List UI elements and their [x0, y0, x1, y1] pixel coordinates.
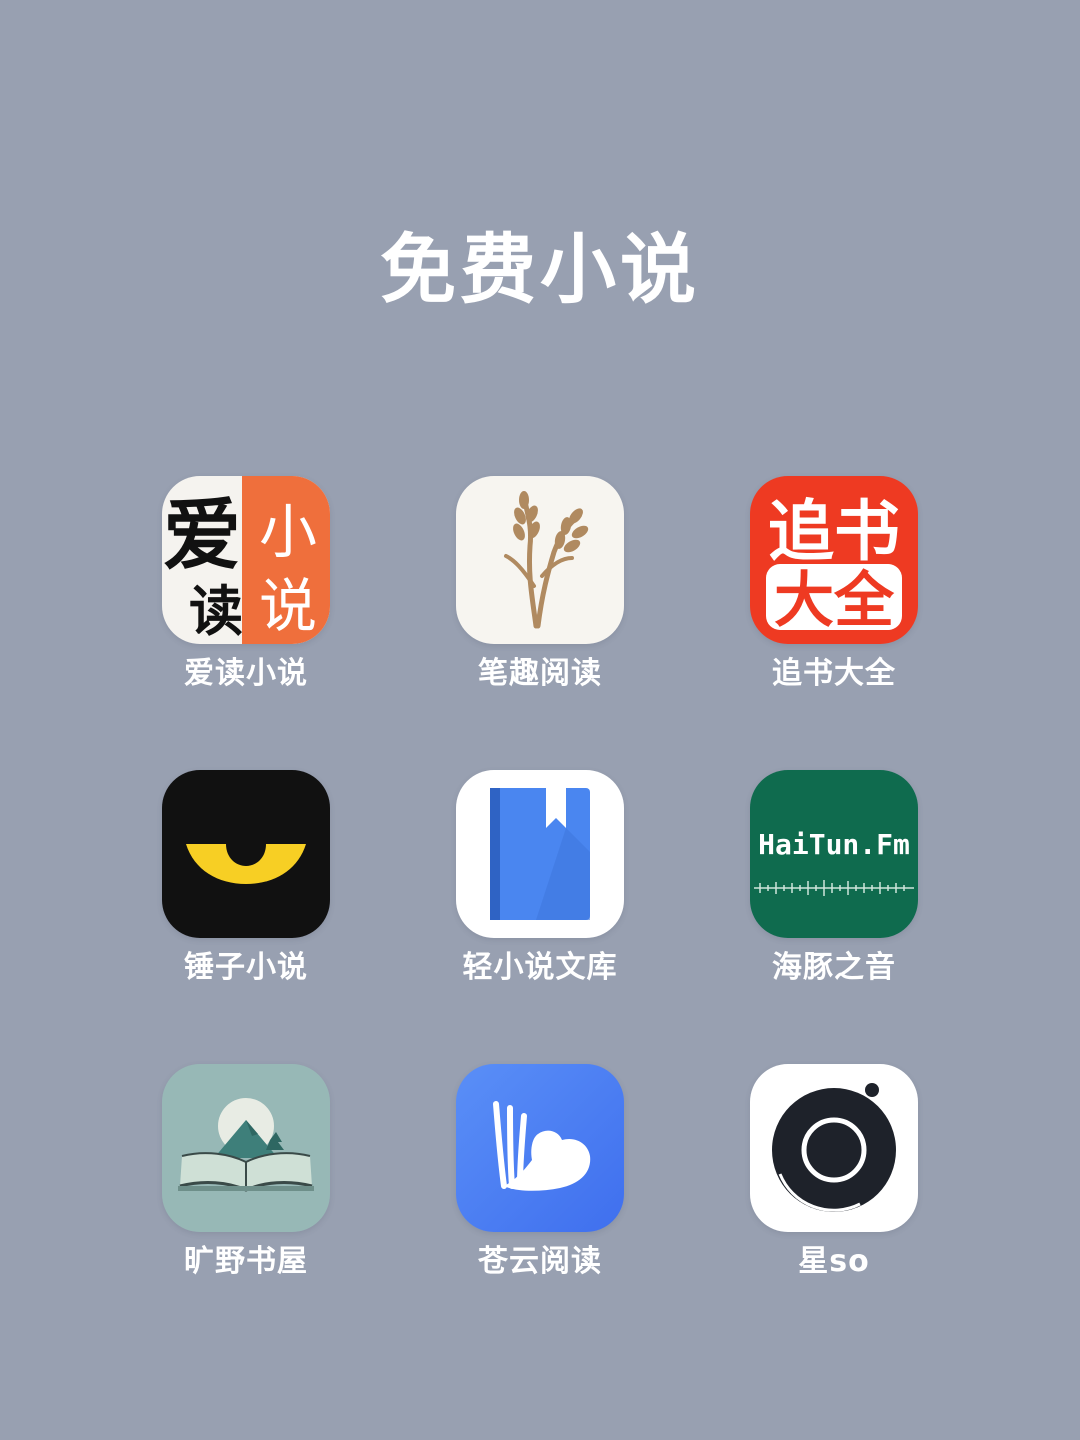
zhuishu-bottom-text: 大全 [774, 567, 895, 634]
app-label: 星so [798, 1244, 870, 1279]
cloud-book-icon[interactable] [456, 1064, 624, 1232]
zhuishu-top-text: 追书 [768, 494, 900, 568]
app-label: 锤子小说 [184, 950, 308, 985]
app-label: 爱读小说 [184, 656, 308, 691]
app-label: 笔趣阅读 [478, 656, 602, 691]
app-label: 旷野书屋 [184, 1244, 308, 1279]
app-xing-so[interactable]: 星so [698, 1064, 938, 1304]
camera-lens-icon[interactable] [750, 1064, 918, 1232]
app-zhuishu-daquan[interactable]: 追书 大全 追书大全 [698, 476, 938, 716]
bookmark-book-icon[interactable] [456, 770, 624, 938]
app-haitun-zhiyin[interactable]: HaiTun.Fm 海豚之音 [698, 770, 938, 1010]
app-label: 轻小说文库 [462, 950, 618, 985]
app-grid: 爱 读 小 说 爱读小说 笔趣阅读 追书 大全 追书大全 锤子小说 轻小说文库 … [0, 0, 1080, 1440]
app-aidu-xiaoshuo[interactable]: 爱 读 小 说 爱读小说 [110, 476, 350, 716]
wheat-icon[interactable] [456, 476, 624, 644]
aidu-char-ai: 爱 [163, 492, 241, 579]
haitun-fm-text: HaiTun.Fm [758, 828, 910, 861]
app-label: 追书大全 [772, 656, 896, 691]
yellow-eye-icon[interactable] [162, 770, 330, 938]
app-qing-xiaoshuo-wenku[interactable]: 轻小说文库 [404, 770, 644, 1010]
app-chuizi-xiaoshuo[interactable]: 锤子小说 [110, 770, 350, 1010]
aidu-xiaoshuo-logo-icon[interactable]: 爱 读 小 说 [162, 476, 330, 644]
aidu-char-shuo: 说 [259, 574, 317, 639]
haitun-fm-logo-icon[interactable]: HaiTun.Fm [750, 770, 918, 938]
app-biqu-yuedu[interactable]: 笔趣阅读 [404, 476, 644, 716]
mountain-open-book-icon[interactable] [162, 1064, 330, 1232]
aidu-char-du: 读 [189, 582, 243, 642]
zhuishu-daquan-logo-icon[interactable]: 追书 大全 [750, 476, 918, 644]
app-label: 苍云阅读 [478, 1244, 602, 1279]
aidu-char-xiao: 小 [259, 500, 317, 565]
app-cangyun-yuedu[interactable]: 苍云阅读 [404, 1064, 644, 1304]
app-kuangye-shuwu[interactable]: 旷野书屋 [110, 1064, 350, 1304]
app-label: 海豚之音 [772, 950, 896, 985]
